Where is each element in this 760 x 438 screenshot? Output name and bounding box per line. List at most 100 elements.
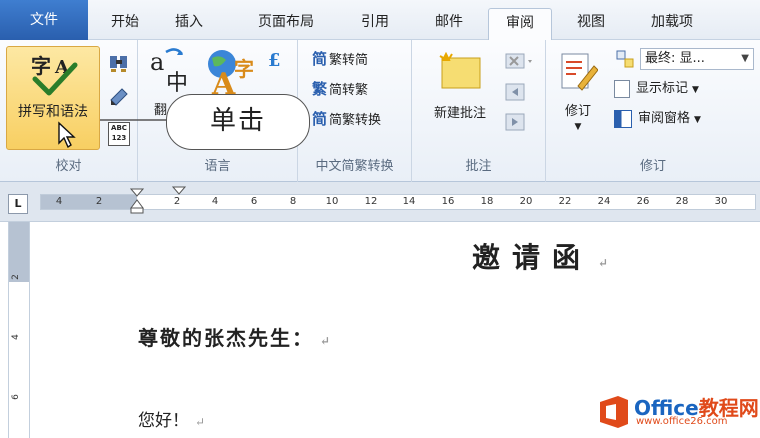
research-icon[interactable] xyxy=(108,52,130,74)
callout-pointer-line xyxy=(100,119,170,121)
ruler-number: 4 xyxy=(211,196,219,207)
tab-addins[interactable]: 加载项 xyxy=(636,8,708,40)
track-changes-label: 修订 xyxy=(564,104,591,119)
group-label-language: 语言 xyxy=(204,159,231,174)
svg-text:中: 中 xyxy=(166,71,188,96)
show-markup-icon xyxy=(614,79,630,98)
convert-icon: 简 xyxy=(312,110,328,128)
tab-stop-selector[interactable]: L xyxy=(8,194,28,214)
ruler-number: 26 xyxy=(636,196,650,207)
paragraph-mark: ↵ xyxy=(195,415,206,429)
paragraph-mark: ↵ xyxy=(320,334,333,348)
show-markup-label: 显示标记 xyxy=(636,81,689,96)
tab-home[interactable]: 开始 xyxy=(96,8,154,40)
tab-file[interactable]: 文件 xyxy=(0,0,88,40)
svg-text:£: £ xyxy=(268,50,281,70)
new-comment-icon xyxy=(439,52,481,89)
ruler-number: 2 xyxy=(173,196,181,207)
svg-text:字: 字 xyxy=(234,57,254,81)
new-comment-button[interactable]: 新建批注 xyxy=(420,46,500,146)
ruler-number: 4 xyxy=(55,196,63,207)
ruler-number: 16 xyxy=(441,196,455,207)
ruler-number: 28 xyxy=(675,196,689,207)
group-comments: 新建批注 批注 xyxy=(412,40,546,182)
ruler-number: 12 xyxy=(364,196,378,207)
right-indent-marker[interactable] xyxy=(172,186,186,196)
dropdown-chevron-down-icon: ▼ xyxy=(741,53,749,64)
track-changes-button[interactable]: 修订 ▼ xyxy=(550,46,606,146)
vertical-ruler[interactable]: 2 4 6 xyxy=(8,222,30,438)
document-title: 邀请函 ↵ xyxy=(472,236,608,276)
ruler-number: 22 xyxy=(558,196,572,207)
office-logo-icon xyxy=(600,396,628,428)
ruler-number: 24 xyxy=(597,196,611,207)
new-comment-label: 新建批注 xyxy=(433,106,486,121)
display-for-review-value: 最终: 显... xyxy=(645,51,705,66)
ruler-number: 10 xyxy=(325,196,339,207)
show-markup-button[interactable]: 显示标记 ▼ xyxy=(614,78,699,100)
show-markup-chevron-down-icon: ▼ xyxy=(692,85,699,95)
first-line-indent-marker[interactable] xyxy=(130,188,144,214)
horizontal-ruler-bar: L 4 2 2 4 6 8 10 12 14 16 18 20 22 24 26… xyxy=(0,182,760,222)
tab-mailings[interactable]: 邮件 xyxy=(420,8,478,40)
to-traditional-icon: 繁 xyxy=(312,80,328,98)
word-count-icon[interactable]: ABC 123 xyxy=(108,122,130,146)
tab-review[interactable]: 审阅 xyxy=(488,8,552,41)
tab-insert[interactable]: 插入 xyxy=(160,8,218,40)
hello-line: 您好！ ↵ xyxy=(138,406,205,431)
greeting-text: 尊敬的张杰先生： xyxy=(138,326,314,350)
reviewing-pane-chevron-down-icon: ▼ xyxy=(694,115,701,125)
reviewing-pane-button[interactable]: 审阅窗格 ▼ xyxy=(614,108,701,130)
spelling-check-icon: 字 A xyxy=(31,54,78,96)
thesaurus-icon[interactable] xyxy=(108,86,130,108)
hello-text: 您好！ xyxy=(138,411,189,431)
tab-page-layout[interactable]: 页面布局 xyxy=(242,8,330,40)
mouse-cursor-icon xyxy=(58,121,76,149)
watermark-url: www.office26.com xyxy=(636,416,728,427)
spelling-grammar-button[interactable]: 字 A 拼写和语法 xyxy=(6,46,100,150)
delete-comment-icon[interactable] xyxy=(504,52,536,70)
ruler-number: 18 xyxy=(480,196,494,207)
translate-icon[interactable]: a 中 xyxy=(150,46,202,96)
group-label-proofing: 校对 xyxy=(55,159,82,174)
to-simplified-button[interactable]: 简繁转简 xyxy=(312,48,368,70)
group-label-tracking: 修订 xyxy=(639,159,666,174)
group-proofing: 字 A 拼写和语法 ABC 123 校对 xyxy=(0,40,138,182)
ruler-number: 20 xyxy=(519,196,533,207)
language-globe-icon[interactable]: A 字 xyxy=(204,46,260,98)
previous-comment-icon[interactable] xyxy=(504,82,526,102)
ruler-number: 8 xyxy=(289,196,297,207)
svg-text:字: 字 xyxy=(31,54,51,78)
ruler-number: 2 xyxy=(95,196,103,207)
track-changes-chevron-down-icon: ▼ xyxy=(574,122,582,132)
reviewing-pane-icon xyxy=(614,109,632,128)
vruler-number: 4 xyxy=(10,334,21,340)
tab-view[interactable]: 视图 xyxy=(562,8,620,40)
next-comment-icon[interactable] xyxy=(504,112,526,132)
vruler-number: 2 xyxy=(10,274,21,280)
svg-text:a: a xyxy=(150,48,164,76)
greeting-line: 尊敬的张杰先生： ↵ xyxy=(138,322,332,351)
to-simplified-icon: 简 xyxy=(312,50,328,68)
watermark: Office教程网 www.office26.com xyxy=(596,390,759,434)
ruler-number: 14 xyxy=(402,196,416,207)
paragraph-mark: ↵ xyxy=(598,256,609,270)
to-traditional-button[interactable]: 繁简转繁 xyxy=(312,78,368,100)
tab-references[interactable]: 引用 xyxy=(346,8,404,40)
group-tracking: 修订 ▼ 最终: 显... ▼ 显示标记 ▼ 审阅窗格 ▼ 修订 xyxy=(546,40,760,182)
spelling-grammar-label: 拼写和语法 xyxy=(18,104,88,120)
reviewing-pane-label: 审阅窗格 xyxy=(638,111,691,126)
document-title-text: 邀请函 xyxy=(472,241,593,274)
callout-bubble: 单击 xyxy=(166,94,310,150)
vruler-number: 6 xyxy=(10,394,21,400)
to-traditional-label: 简转繁 xyxy=(329,83,369,98)
vertical-ruler-margin-top xyxy=(9,222,29,282)
language-settings-icon[interactable]: £ xyxy=(264,48,288,70)
horizontal-ruler[interactable]: 4 2 2 4 6 8 10 12 14 16 18 20 22 24 26 2… xyxy=(40,194,756,210)
simplified-traditional-convert-button[interactable]: 简简繁转换 xyxy=(312,108,381,130)
to-simplified-label: 繁转简 xyxy=(329,53,369,68)
convert-label: 简繁转换 xyxy=(329,113,382,128)
group-chinese-conversion: 简繁转简 繁简转繁 简简繁转换 中文简繁转换 xyxy=(298,40,412,182)
ribbon: 字 A 拼写和语法 ABC 123 校对 a 中 A 字 £ 翻 语言 简 繁转… xyxy=(0,40,760,182)
display-for-review-dropdown[interactable]: 最终: 显... ▼ xyxy=(640,48,754,70)
